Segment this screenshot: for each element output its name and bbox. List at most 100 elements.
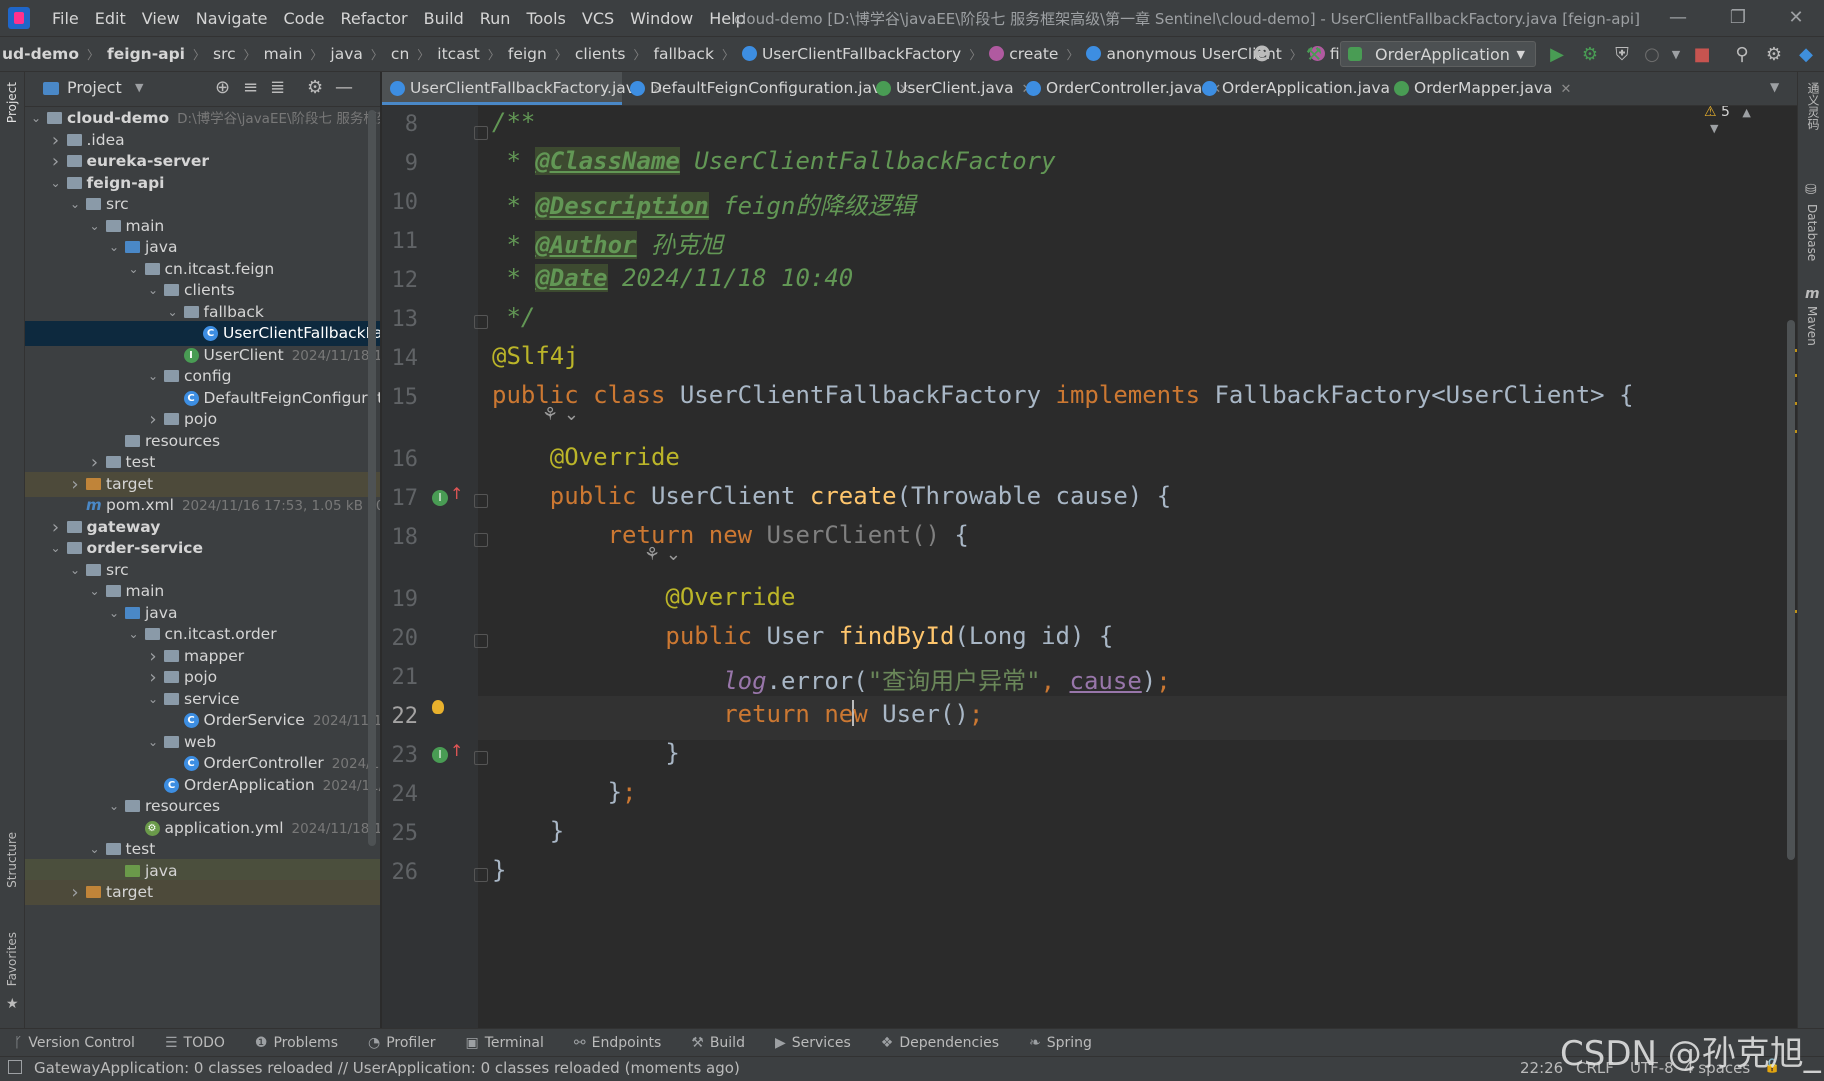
star-icon: ★ [6, 996, 19, 1012]
toolwindow-problems[interactable]: ❶ Problems [241, 1035, 354, 1051]
menu-run[interactable]: Run [472, 9, 519, 28]
menu-vcs[interactable]: VCS [574, 9, 622, 28]
breadcrumb-item[interactable]: ud-demo [0, 45, 81, 63]
project-tool-button[interactable]: Project [5, 82, 19, 123]
run-config-select[interactable]: OrderApplication ▼ [1340, 41, 1536, 67]
menu-view[interactable]: View [134, 9, 188, 28]
database-tool-button[interactable]: Database [1805, 204, 1819, 261]
editor-tab[interactable]: DefaultFeignConfiguration.java ✕ [622, 72, 910, 105]
breadcrumb-separator-icon: 〉 [193, 47, 206, 62]
class-icon [390, 81, 405, 96]
editor-tabs: UserClientFallbackFactory.java ✕ DefaultFe… [382, 72, 1824, 106]
project-scrollbar[interactable] [368, 110, 376, 846]
inlay-hint-icon[interactable]: ⚘ ⌄ [644, 544, 681, 565]
menu-code[interactable]: Code [276, 9, 333, 28]
code-line: return new UserClient() { [607, 521, 969, 549]
close-window-icon[interactable]: ✕ [1776, 6, 1816, 30]
restore-icon[interactable]: ❐ [1718, 6, 1758, 30]
editor-scrollbar[interactable] [1787, 320, 1795, 860]
debug-icon[interactable]: ⚙ [1578, 43, 1602, 67]
breadcrumb-item[interactable]: main [262, 45, 305, 63]
breadcrumb-item[interactable]: create [987, 45, 1060, 63]
status-message: GatewayApplication: 0 classes reloaded /… [34, 1059, 740, 1077]
structure-tool-button[interactable]: Structure [5, 832, 19, 888]
menu-build[interactable]: Build [416, 9, 472, 28]
expand-all-icon[interactable]: ≡ [243, 77, 258, 98]
menu-window[interactable]: Window [622, 9, 701, 28]
more-run-chevron-icon[interactable]: ▼ [1664, 43, 1688, 67]
editor-tab-label: DefaultFeignConfiguration.java [650, 79, 891, 97]
editor-tab[interactable]: UserClient.java✕ [868, 72, 1033, 105]
assistant-tool-button[interactable]: 通义灵码 [1805, 82, 1822, 130]
favorites-tool-button[interactable]: Favorites [5, 932, 19, 986]
caret-position[interactable]: 22:26 [1520, 1059, 1563, 1077]
folder-icon [105, 219, 121, 232]
tab-close-icon[interactable]: ✕ [1561, 82, 1572, 97]
breadcrumb-separator-icon: 〉 [417, 47, 430, 62]
editor-tab[interactable]: OrderMapper.java ✕ [1386, 72, 1576, 105]
panel-gear-icon[interactable]: ⚙ [307, 77, 323, 98]
breadcrumb-item[interactable]: UserClientFallbackFactory [740, 45, 963, 63]
stop-icon[interactable]: ■ [1690, 43, 1714, 67]
collapse-all-icon[interactable]: ≣ [270, 77, 285, 98]
menu-refactor[interactable]: Refactor [332, 9, 415, 28]
menu-edit[interactable]: Edit [87, 9, 134, 28]
plugin-icon[interactable]: ◆ [1794, 43, 1818, 67]
tree-item-name: UserClientFallbackFa [223, 324, 380, 342]
crosshair-locate-icon[interactable]: ⊕ [215, 77, 230, 98]
toolwindow-build[interactable]: ⚒ Build [677, 1035, 761, 1051]
editor-tab[interactable]: OrderApplication.java✕ [1194, 72, 1409, 105]
menu-file[interactable]: File [44, 9, 87, 28]
chevron-right-icon[interactable]: › [68, 880, 82, 905]
tabs-dropdown-chevron-icon[interactable]: ▼ [1770, 80, 1779, 94]
method-icon [989, 46, 1005, 61]
breadcrumb-label: cn [390, 45, 410, 63]
breadcrumb-item[interactable]: feign-api [105, 45, 187, 63]
toolwindow-todo[interactable]: ☰ TODO [151, 1035, 241, 1051]
toolwindow-dependencies[interactable]: ❖ Dependencies [867, 1035, 1015, 1051]
breadcrumb-item[interactable]: fallback [652, 45, 716, 63]
breadcrumb: ud-demo 〉 feign-api 〉 src 〉 main 〉 java 〉 cn 〉 itcas… [0, 37, 1396, 71]
hide-panel-icon[interactable]: — [335, 77, 353, 98]
coverage-icon[interactable]: ⛨ [1610, 43, 1634, 67]
breadcrumb-item[interactable]: java [328, 45, 364, 63]
code-line: log.error("查询用户异常", cause); [723, 667, 1171, 695]
editor-tab[interactable]: UserClientFallbackFactory.java ✕ [382, 72, 663, 105]
breadcrumb-item[interactable]: feign [506, 45, 549, 63]
settings-gear-icon[interactable]: ⚙ [1762, 43, 1786, 67]
profile-icon[interactable]: ○ [1640, 43, 1664, 67]
search-icon[interactable]: ⚲ [1730, 43, 1754, 67]
hammer-build-icon[interactable]: ⚒ [1302, 43, 1326, 67]
code-editor[interactable]: 8 9 10 11 12 13 14 15 16 17 18 19 20 21 22 23 24 25 26 I ↑ I ↑… [382, 106, 1787, 1028]
dependencies-icon: ❖ [880, 1035, 894, 1051]
code-line: } [492, 739, 680, 767]
toolwindow-terminal[interactable]: ▣ Terminal [452, 1035, 560, 1051]
code-line: * @Description feign的降级逻辑 [492, 192, 916, 220]
breadcrumb-item[interactable]: cn [389, 45, 411, 63]
inlay-hint-icon[interactable]: ⚘ ⌄ [542, 404, 579, 425]
breadcrumb-item[interactable]: itcast [435, 45, 482, 63]
breadcrumb-item[interactable]: src [211, 45, 238, 63]
toolwindow-profiler[interactable]: ◔ Profiler [354, 1035, 452, 1051]
menu-tools[interactable]: Tools [518, 9, 573, 28]
menu-navigate[interactable]: Navigate [188, 9, 276, 28]
tree-item[interactable]: › target [25, 880, 380, 905]
main-menu: File Edit View Navigate Code Refactor Build Run… [44, 0, 754, 36]
run-icon[interactable]: ▶ [1545, 43, 1569, 67]
breadcrumb-label: fallback [653, 45, 714, 63]
user-icon[interactable]: ☻ [1250, 43, 1274, 67]
toolwindow-version-control[interactable]: ᚴ Version Control [0, 1035, 151, 1051]
lightbulb-icon[interactable] [432, 700, 444, 714]
toolwindow-endpoints[interactable]: ⚯ Endpoints [560, 1035, 677, 1051]
status-panel-icon[interactable] [8, 1060, 22, 1074]
package-icon [144, 262, 160, 275]
folder-icon [86, 198, 101, 210]
breadcrumb-item[interactable]: clients [573, 45, 628, 63]
toolwindow-services[interactable]: ▶ Services [761, 1035, 867, 1051]
maven-tool-button[interactable]: Maven [1805, 306, 1819, 346]
chevron-down-icon[interactable]: ▼ [135, 81, 143, 94]
toolwindow-spring[interactable]: ❧ Spring [1015, 1035, 1108, 1051]
minimize-icon[interactable]: — [1658, 6, 1698, 30]
project-view-select[interactable]: Project [67, 78, 122, 97]
editor-tab[interactable]: OrderController.java✕ [1018, 72, 1221, 105]
